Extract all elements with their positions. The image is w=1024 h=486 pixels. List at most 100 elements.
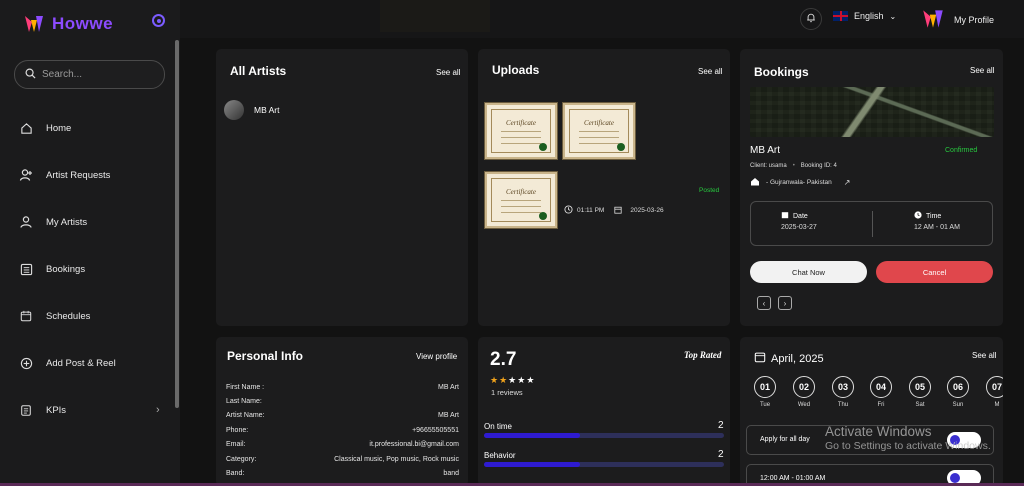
certificate-line	[579, 131, 619, 132]
day-name: Thu	[837, 402, 849, 408]
calendar-day[interactable]: 01	[754, 376, 776, 398]
location-text: - Gujranwala- Pakistan	[766, 179, 832, 186]
calendar-day[interactable]: 04	[870, 376, 892, 398]
apply-all-label: Apply for all day	[760, 436, 810, 443]
star-empty-icon: ★	[508, 375, 517, 385]
profile-avatar	[920, 6, 946, 34]
sidebar-item-my-artists[interactable]: My Artists	[18, 212, 168, 232]
calendar-day[interactable]: 02	[793, 376, 815, 398]
booking-schedule-box: Date 2025-03-27 Time 12 AM - 01 AM	[750, 201, 993, 246]
info-value: +96655505551	[412, 427, 459, 434]
home-icon	[18, 120, 34, 136]
metric-bar-fill	[484, 462, 580, 467]
sidebar-scrollbar[interactable]	[175, 40, 179, 408]
top-bar	[180, 0, 1024, 38]
day-number: 04	[875, 382, 886, 392]
search-input[interactable]	[42, 69, 152, 80]
info-label: Artist Name:	[226, 412, 265, 419]
next-button[interactable]: ›	[778, 296, 792, 310]
card-title: Bookings	[754, 65, 809, 79]
plus-circle-icon	[18, 355, 34, 371]
header-banner	[380, 0, 490, 32]
sidebar-item-label: Schedules	[46, 310, 91, 322]
calendar-day[interactable]: 07	[986, 376, 1003, 398]
divider	[872, 211, 873, 237]
day-name: Sat	[915, 402, 925, 408]
chevron-right-icon[interactable]: ›	[156, 404, 160, 416]
certificate-line	[501, 137, 541, 138]
app-name: Howwe	[52, 14, 114, 33]
star-filled-icon: ★	[499, 375, 508, 385]
info-label: Phone:	[226, 427, 249, 434]
see-all-link[interactable]: See all	[436, 68, 460, 77]
list-icon	[18, 261, 34, 277]
info-row: Last Name:	[226, 398, 459, 405]
info-value: MB Art	[437, 412, 459, 419]
certificate-seal	[539, 212, 547, 220]
date-header: Date	[781, 211, 808, 221]
upload-thumbnail[interactable]: Certificate	[485, 172, 557, 228]
sidebar-item-kpis[interactable]: KPIs	[18, 400, 168, 420]
all-artists-card: All Artists See all MB Art	[216, 49, 468, 326]
calendar-day[interactable]: 03	[832, 376, 854, 398]
rating-card: 2.7 Top Rated ★ ★ ★ ★ ★ 1 reviews On time 2 …	[478, 337, 730, 486]
chat-now-button[interactable]: Chat Now	[750, 261, 867, 283]
external-link-icon[interactable]: ↗	[844, 178, 851, 187]
sidebar-item-label: Bookings	[46, 263, 86, 275]
upload-status: Posted	[699, 187, 720, 194]
certificate-title: Certificate	[584, 119, 614, 127]
user-plus-icon	[18, 167, 34, 183]
info-row: First Name : MB Art	[226, 384, 459, 391]
sidebar-item-bookings[interactable]: Bookings	[18, 259, 168, 279]
day-name: Tue	[759, 402, 771, 408]
certificate-line	[501, 143, 541, 144]
sidebar-item-home[interactable]: Home	[18, 118, 168, 138]
day-number: 06	[952, 382, 963, 392]
calendar-day[interactable]: 05	[909, 376, 931, 398]
upload-thumbnail[interactable]: Certificate	[485, 103, 557, 159]
sidebar-item-add-post[interactable]: Add Post & Reel	[18, 353, 168, 373]
watermark-subtitle: Go to Settings to activate Windows.	[825, 440, 991, 452]
chevron-left-icon: ‹	[762, 298, 766, 308]
notification-button[interactable]	[800, 8, 822, 30]
see-all-link[interactable]: See all	[970, 66, 994, 75]
profile-label: My Profile	[954, 15, 995, 25]
bell-icon	[806, 10, 816, 28]
house-icon	[750, 177, 760, 188]
sidebar-item-artist-requests[interactable]: Artist Requests	[18, 165, 168, 185]
language-selector[interactable]: English ⌄	[833, 11, 896, 21]
info-label: Band:	[226, 470, 245, 477]
upload-thumbnail[interactable]: Certificate	[563, 103, 635, 159]
dot-separator-icon: •	[792, 163, 795, 169]
date-label: Date	[793, 212, 808, 220]
upload-date: 2025-03-26	[630, 206, 664, 214]
info-value: Classical music, Pop music, Rock music	[334, 456, 459, 463]
view-profile-link[interactable]: View profile	[416, 352, 457, 361]
info-value: MB Art	[437, 384, 459, 391]
uk-flag-icon	[833, 11, 848, 21]
see-all-link[interactable]: See all	[972, 351, 996, 360]
info-value: it.professional.bi@gmail.com	[369, 441, 459, 448]
star-empty-icon: ★	[526, 375, 535, 385]
artist-name: MB Art	[254, 105, 280, 115]
cancel-button[interactable]: Cancel	[876, 261, 993, 283]
target-icon[interactable]	[152, 14, 165, 27]
info-row: Artist Name: MB Art	[226, 412, 459, 419]
clock-icon	[914, 211, 922, 221]
info-label: Last Name:	[226, 398, 262, 405]
booking-client: Client: usama	[750, 163, 787, 169]
certificate-seal	[539, 143, 547, 151]
sidebar-item-schedules[interactable]: Schedules	[18, 306, 168, 326]
upload-meta: 01:11 PM 2025-03-26	[564, 201, 664, 219]
prev-button[interactable]: ‹	[757, 296, 771, 310]
info-value: band	[443, 470, 459, 477]
app-logo[interactable]: Howwe	[22, 12, 113, 36]
booking-artist-name: MB Art	[750, 145, 781, 156]
profile-menu[interactable]: My Profile	[920, 6, 994, 34]
search-box[interactable]	[14, 60, 165, 89]
app-root: Howwe Home Artist Requests My Artists Bo…	[0, 0, 1024, 486]
location-map[interactable]	[750, 87, 994, 137]
see-all-link[interactable]: See all	[698, 67, 722, 76]
time-value: 12 AM - 01 AM	[914, 224, 960, 231]
calendar-day[interactable]: 06	[947, 376, 969, 398]
